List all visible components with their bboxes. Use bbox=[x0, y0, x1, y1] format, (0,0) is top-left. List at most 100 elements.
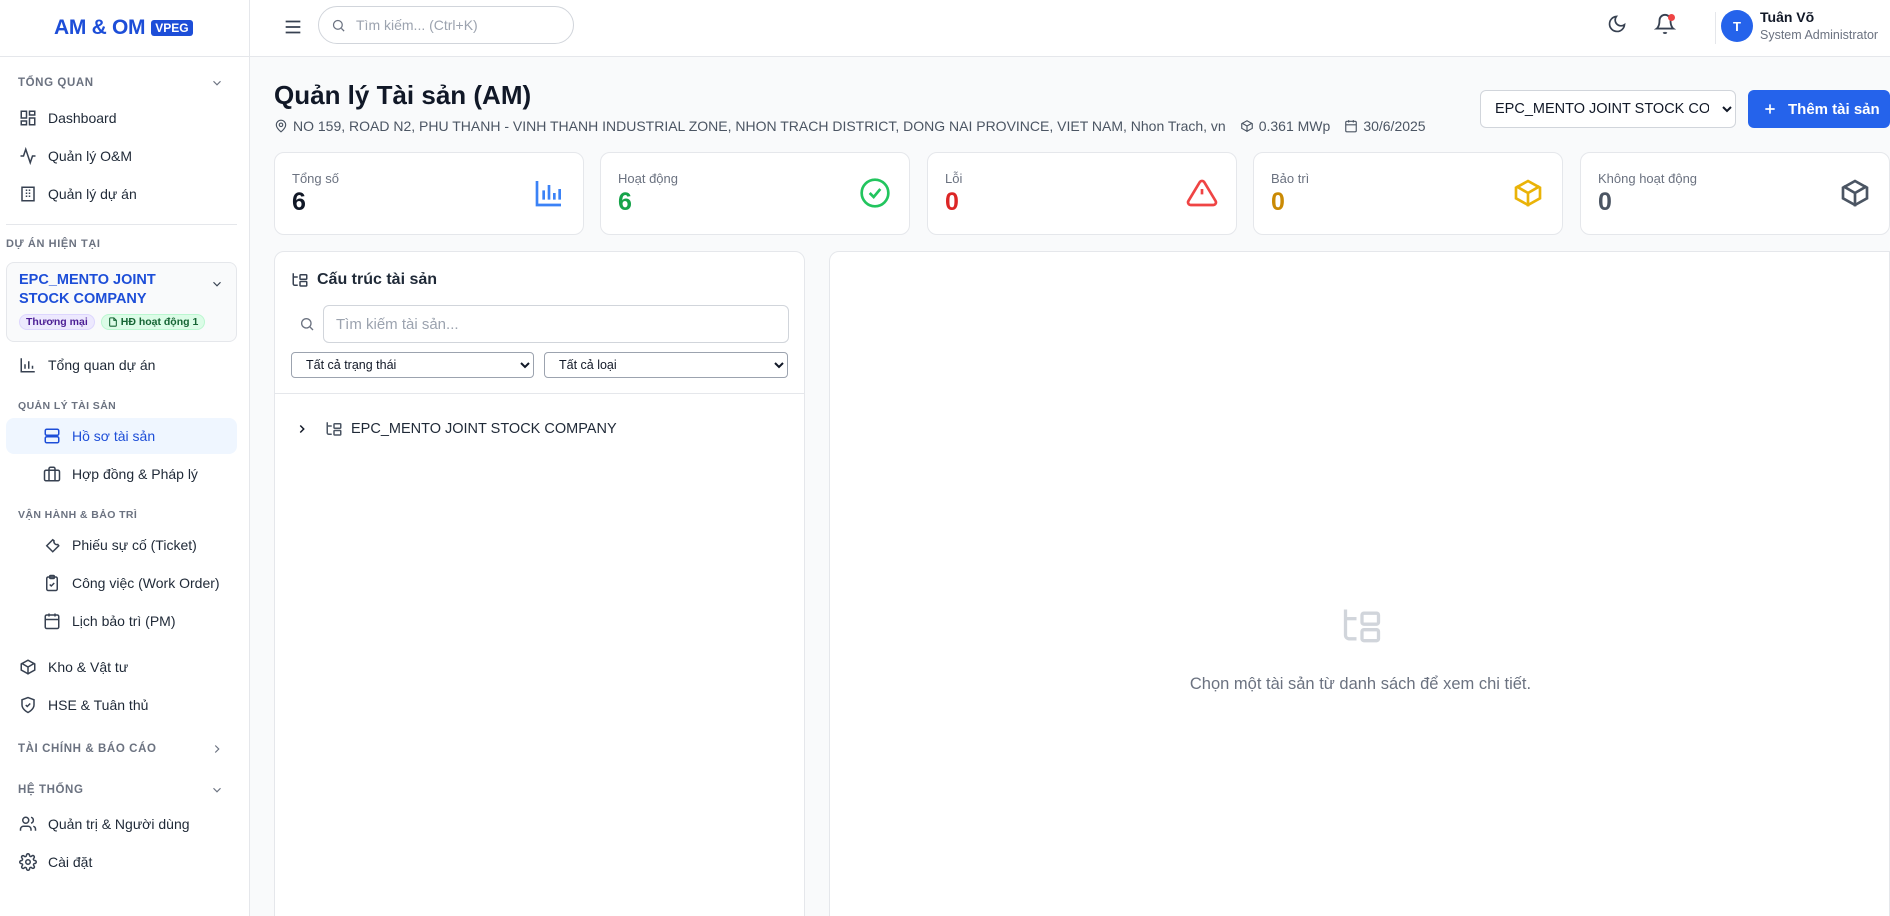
tree-node-label: EPC_MENTO JOINT STOCK COMPANY bbox=[351, 421, 617, 437]
stat-label: Không hoạt động bbox=[1598, 171, 1698, 186]
sidebar-item-warehouse[interactable]: Kho & Vật tư bbox=[6, 649, 237, 685]
map-pin-icon bbox=[275, 119, 287, 133]
user-role: System Administrator bbox=[1760, 28, 1879, 42]
dashboard-icon bbox=[18, 108, 38, 128]
asset-detail-panel: Chọn một tài sản từ danh sách để xem chi… bbox=[829, 251, 1890, 916]
sidebar-item-hse[interactable]: HSE & Tuân thủ bbox=[6, 687, 237, 723]
chevron-right-icon[interactable] bbox=[295, 422, 309, 436]
package-icon bbox=[18, 657, 38, 677]
sidebar-item-projects[interactable]: Quản lý dự án bbox=[6, 176, 237, 212]
sidebar-item-tickets[interactable]: Phiếu sự cố (Ticket) bbox=[6, 527, 237, 563]
stat-value: 0 bbox=[945, 188, 959, 216]
section-system-header[interactable]: HỆ THỐNG bbox=[18, 784, 84, 796]
chevron-down-icon[interactable] bbox=[210, 277, 224, 291]
section-finance-header[interactable]: TÀI CHÍNH & BÁO CÁO bbox=[18, 743, 157, 755]
sidebar-item-label: Công việc (Work Order) bbox=[72, 575, 220, 591]
project-capacity: 0.361 MWp bbox=[1258, 118, 1331, 134]
contract-badge-label: HĐ hoạt động 1 bbox=[120, 316, 199, 328]
sidebar-item-dashboard[interactable]: Dashboard bbox=[6, 100, 237, 136]
wrench-icon bbox=[42, 535, 62, 555]
project-meta: NO 159, ROAD N2, PHU THANH - VINH THANH … bbox=[274, 118, 1426, 134]
file-icon bbox=[108, 317, 117, 327]
section-ops-label: VẬN HÀNH & BẢO TRÌ bbox=[18, 509, 138, 521]
company-select[interactable]: EPC_MENTO JOINT STOCK COMPANY bbox=[1480, 90, 1736, 128]
global-search-input[interactable] bbox=[356, 17, 556, 33]
bar-chart-icon bbox=[18, 355, 38, 375]
sidebar-item-asset-records[interactable]: Hồ sơ tài sản bbox=[6, 418, 237, 454]
shield-check-icon bbox=[18, 695, 38, 715]
briefcase-icon bbox=[42, 464, 62, 484]
stat-value: 6 bbox=[618, 188, 632, 216]
chevron-down-icon[interactable] bbox=[210, 783, 224, 797]
commercial-badge: Thương mại bbox=[19, 314, 95, 330]
tree-divider bbox=[275, 393, 804, 394]
sidebar-item-label: Kho & Vật tư bbox=[48, 659, 129, 675]
type-filter-select[interactable]: Tất cả loại bbox=[544, 352, 788, 378]
section-finance-label: TÀI CHÍNH & BÁO CÁO bbox=[18, 743, 157, 755]
asset-tree-header: Cấu trúc tài sản bbox=[291, 271, 437, 289]
status-filter-select[interactable]: Tất cả trạng thái bbox=[291, 352, 534, 378]
avatar[interactable]: T bbox=[1721, 10, 1753, 42]
menu-icon[interactable] bbox=[282, 16, 304, 38]
sidebar-item-contracts[interactable]: Hợp đồng & Pháp lý bbox=[6, 456, 237, 492]
add-asset-button[interactable]: Thêm tài sản bbox=[1748, 90, 1890, 128]
sidebar-item-project-overview[interactable]: Tổng quan dự án bbox=[6, 347, 237, 383]
box-icon bbox=[1841, 179, 1869, 207]
notification-dot bbox=[1668, 14, 1675, 21]
sidebar-item-label: Hợp đồng & Pháp lý bbox=[72, 466, 198, 482]
sidebar-item-pm[interactable]: Lịch bảo trì (PM) bbox=[6, 603, 237, 639]
sidebar-item-label: HSE & Tuân thủ bbox=[48, 697, 149, 713]
check-circle-icon bbox=[860, 178, 890, 208]
topbar-divider bbox=[1715, 12, 1716, 44]
sidebar-item-label: Quản lý O&M bbox=[48, 148, 133, 164]
tree-node-root[interactable]: EPC_MENTO JOINT STOCK COMPANY bbox=[295, 420, 617, 438]
gear-icon bbox=[18, 852, 38, 872]
search-icon bbox=[332, 19, 345, 32]
package-icon bbox=[1514, 179, 1542, 207]
stat-card-total: Tổng số 6 bbox=[274, 152, 584, 235]
activity-icon bbox=[18, 146, 38, 166]
building-icon bbox=[18, 184, 38, 204]
stat-value: 0 bbox=[1271, 188, 1285, 216]
clipboard-check-icon bbox=[42, 573, 62, 593]
stat-value: 0 bbox=[1598, 188, 1612, 216]
sidebar-item-label: Tổng quan dự án bbox=[48, 357, 156, 373]
logo-badge: VPEG bbox=[151, 20, 193, 36]
user-name[interactable]: Tuân Võ bbox=[1760, 9, 1814, 25]
section-current-project-label: DỰ ÁN HIỆN TẠI bbox=[6, 238, 101, 250]
stat-label: Hoạt động bbox=[618, 171, 678, 186]
stat-value: 6 bbox=[292, 188, 306, 216]
sidebar-item-label: Quản lý dự án bbox=[48, 186, 137, 202]
alert-triangle-icon bbox=[1186, 179, 1218, 207]
sidebar-item-om[interactable]: Quản lý O&M bbox=[6, 138, 237, 174]
moon-icon[interactable] bbox=[1607, 14, 1627, 34]
chevron-right-icon[interactable] bbox=[210, 742, 224, 756]
section-overview-header[interactable]: TỔNG QUAN bbox=[18, 77, 94, 89]
section-asset-label: QUẢN LÝ TÀI SẢN bbox=[18, 400, 117, 412]
folder-tree-icon bbox=[326, 422, 342, 436]
asset-tree-panel: Cấu trúc tài sản Tất cả trạng thái Tất c… bbox=[274, 251, 805, 916]
current-project-card[interactable]: EPC_MENTO JOINT STOCK COMPANY Thương mại… bbox=[6, 262, 237, 342]
asset-search[interactable] bbox=[323, 305, 789, 343]
chevron-down-icon[interactable] bbox=[210, 76, 224, 90]
sidebar: AM & OM VPEG TỔNG QUAN Dashboard Quản lý… bbox=[0, 0, 250, 916]
sidebar-item-label: Hồ sơ tài sản bbox=[72, 428, 156, 444]
stat-label: Lỗi bbox=[945, 171, 963, 186]
project-address: NO 159, ROAD N2, PHU THANH - VINH THANH … bbox=[293, 118, 1226, 134]
stat-card-active: Hoạt động 6 bbox=[600, 152, 910, 235]
asset-tree-title: Cấu trúc tài sản bbox=[317, 271, 438, 288]
asset-search-input[interactable] bbox=[336, 315, 736, 333]
sidebar-item-admin-users[interactable]: Quản trị & Người dùng bbox=[6, 806, 237, 842]
folder-tree-icon bbox=[1343, 609, 1381, 643]
sidebar-item-label: Quản trị & Người dùng bbox=[48, 816, 190, 832]
add-asset-label: Thêm tài sản bbox=[1788, 100, 1880, 118]
folder-tree-icon bbox=[292, 273, 308, 287]
sidebar-item-settings[interactable]: Cài đặt bbox=[6, 844, 237, 880]
project-date: 30/6/2025 bbox=[1363, 118, 1426, 134]
app-logo[interactable]: AM & OM VPEG bbox=[0, 0, 249, 57]
sidebar-item-work-orders[interactable]: Công việc (Work Order) bbox=[6, 565, 237, 601]
section-system-label: HỆ THỐNG bbox=[18, 784, 84, 796]
empty-state-message: Chọn một tài sản từ danh sách để xem chi… bbox=[1189, 675, 1532, 693]
section-overview-label: TỔNG QUAN bbox=[18, 77, 94, 89]
global-search[interactable] bbox=[318, 6, 574, 44]
